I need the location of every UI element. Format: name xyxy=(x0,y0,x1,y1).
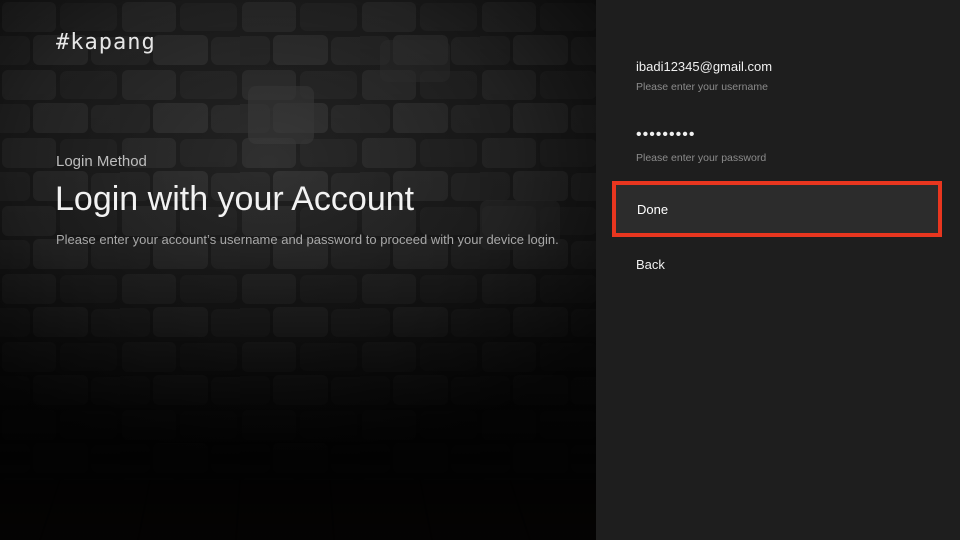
done-button[interactable]: Done xyxy=(612,181,942,237)
background-vignette xyxy=(0,0,596,540)
login-method-subheading: Login Method xyxy=(56,153,147,170)
password-hint: Please enter your password xyxy=(636,152,767,164)
app-logo: #kapang xyxy=(56,30,156,55)
background-panel: #kapang Login Method Login with your Acc… xyxy=(0,0,596,540)
username-hint: Please enter your username xyxy=(636,81,768,93)
login-form-panel: ibadi12345@gmail.com Please enter your u… xyxy=(596,0,960,540)
page-title: Login with your Account xyxy=(55,180,415,218)
page-description: Please enter your account’s username and… xyxy=(56,232,559,247)
username-field[interactable]: ibadi12345@gmail.com Please enter your u… xyxy=(636,59,936,93)
back-button[interactable]: Back xyxy=(636,257,665,272)
password-field[interactable]: ••••••••• Please enter your password xyxy=(636,126,936,164)
password-value: ••••••••• xyxy=(636,126,696,143)
username-value: ibadi12345@gmail.com xyxy=(636,59,773,74)
done-button-label: Done xyxy=(637,201,669,217)
back-button-label: Back xyxy=(636,257,665,272)
